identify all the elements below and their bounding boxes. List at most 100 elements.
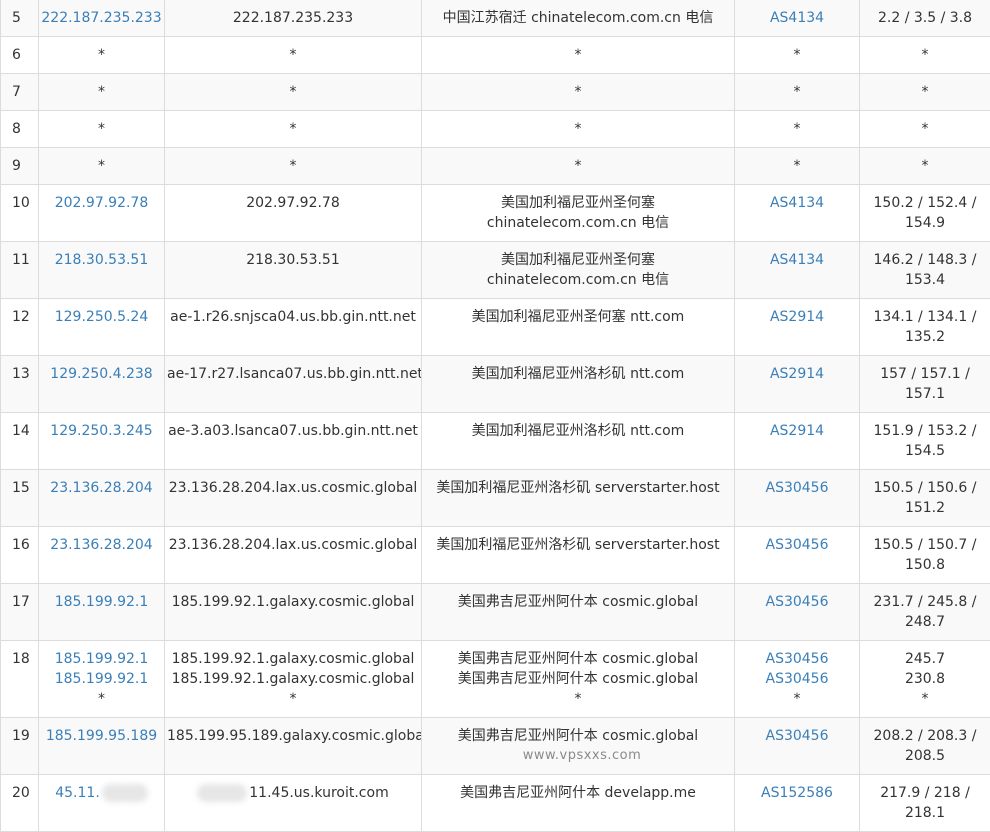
table-row: 1623.136.28.20423.136.28.204.lax.us.cosm… xyxy=(1,527,990,584)
hop-ip-cell: 129.250.5.24 xyxy=(39,299,165,356)
hop-ip-cell: 202.97.92.78 xyxy=(39,185,165,242)
hop-asn[interactable]: AS30456 xyxy=(737,649,857,669)
hop-ip[interactable]: 23.136.28.204 xyxy=(41,535,162,555)
hop-number: 18 xyxy=(1,641,39,718)
hop-asn-cell: AS2914 xyxy=(735,356,860,413)
hop-ip[interactable]: 218.30.53.51 xyxy=(41,250,162,270)
table-row: 14129.250.3.245ae-3.a03.lsanca07.us.bb.g… xyxy=(1,413,990,470)
table-row: 1523.136.28.20423.136.28.204.lax.us.cosm… xyxy=(1,470,990,527)
hop-number: 14 xyxy=(1,413,39,470)
hop-location-cell: 美国弗吉尼亚州阿什本 cosmic.global美国弗吉尼亚州阿什本 cosmi… xyxy=(422,641,735,718)
hop-ip[interactable]: 129.250.4.238 xyxy=(41,364,162,384)
hop-ip[interactable]: 45.11. xyxy=(41,783,162,803)
hop-asn[interactable]: AS2914 xyxy=(737,364,857,384)
hop-location: 美国加利福尼亚州洛杉矶 serverstarter.host xyxy=(424,478,732,498)
hop-ip[interactable]: 23.136.28.204 xyxy=(41,478,162,498)
hop-latency-cell: 157 / 157.1 /157.1 xyxy=(860,356,990,413)
hop-location: * xyxy=(424,45,732,65)
hop-location-cell: 美国加利福尼亚州洛杉矶 ntt.com xyxy=(422,413,735,470)
table-row: 11218.30.53.51218.30.53.51美国加利福尼亚州圣何塞chi… xyxy=(1,242,990,299)
table-row: 19185.199.95.189185.199.95.189.galaxy.co… xyxy=(1,718,990,775)
hop-latency-cell: * xyxy=(860,74,990,111)
hop-ip[interactable]: 222.187.235.233 xyxy=(41,8,162,28)
hop-hostname: 23.136.28.204.lax.us.cosmic.global xyxy=(167,478,419,498)
hop-number: 13 xyxy=(1,356,39,413)
hop-ip-cell: * xyxy=(39,74,165,111)
hop-asn[interactable]: AS30456 xyxy=(737,726,857,746)
hop-asn[interactable]: AS4134 xyxy=(737,193,857,213)
hop-asn-cell: * xyxy=(735,111,860,148)
hop-asn[interactable]: AS30456 xyxy=(737,478,857,498)
hop-asn[interactable]: AS30456 xyxy=(737,669,857,689)
hop-location: chinatelecom.com.cn 电信 xyxy=(424,270,732,290)
hop-location-cell: * xyxy=(422,37,735,74)
hop-asn-cell: AS30456 xyxy=(735,470,860,527)
hop-asn[interactable]: AS152586 xyxy=(737,783,857,803)
hop-location: 美国加利福尼亚州洛杉矶 ntt.com xyxy=(424,364,732,384)
hop-location: 美国加利福尼亚州圣何塞 xyxy=(424,250,732,270)
hop-asn[interactable]: AS4134 xyxy=(737,8,857,28)
table-row: 13129.250.4.238ae-17.r27.lsanca07.us.bb.… xyxy=(1,356,990,413)
hop-location: 美国加利福尼亚州圣何塞 ntt.com xyxy=(424,307,732,327)
hop-location-cell: 美国加利福尼亚州圣何塞chinatelecom.com.cn 电信 xyxy=(422,185,735,242)
hop-ip-cell: 23.136.28.204 xyxy=(39,527,165,584)
hop-latency-cell: 150.5 / 150.6 /151.2 xyxy=(860,470,990,527)
hop-hostname-cell: 185.199.92.1.galaxy.cosmic.global185.199… xyxy=(165,641,422,718)
hop-location-cell: 美国加利福尼亚州圣何塞 ntt.com xyxy=(422,299,735,356)
hop-number: 16 xyxy=(1,527,39,584)
hop-location: chinatelecom.com.cn 电信 xyxy=(424,213,732,233)
hop-ip[interactable]: 129.250.5.24 xyxy=(41,307,162,327)
hop-asn[interactable]: AS2914 xyxy=(737,307,857,327)
hop-ip-cell: 185.199.92.1185.199.92.1* xyxy=(39,641,165,718)
hop-asn-cell: AS4134 xyxy=(735,242,860,299)
hop-hostname: ae-3.a03.lsanca07.us.bb.gin.ntt.net xyxy=(167,421,419,441)
hop-number: 15 xyxy=(1,470,39,527)
hop-location: 美国加利福尼亚州洛杉矶 ntt.com xyxy=(424,421,732,441)
hop-hostname-cell: 11.45.us.kuroit.com xyxy=(165,775,422,832)
hop-hostname: 23.136.28.204.lax.us.cosmic.global xyxy=(167,535,419,555)
table-row: 5222.187.235.233222.187.235.233中国江苏宿迁 ch… xyxy=(1,0,990,37)
hop-latency: * xyxy=(862,82,988,102)
table-row: 9***** xyxy=(1,148,990,185)
hop-asn-cell: * xyxy=(735,148,860,185)
hop-asn[interactable]: AS30456 xyxy=(737,592,857,612)
hop-location-cell: 美国加利福尼亚州圣何塞chinatelecom.com.cn 电信 xyxy=(422,242,735,299)
hop-ip[interactable]: 202.97.92.78 xyxy=(41,193,162,213)
hop-ip[interactable]: 185.199.92.1 xyxy=(41,669,162,689)
hop-hostname: ae-1.r26.snjsca04.us.bb.gin.ntt.net xyxy=(167,307,419,327)
hop-ip[interactable]: 185.199.92.1 xyxy=(41,592,162,612)
hop-ip[interactable]: 185.199.95.189 xyxy=(41,726,162,746)
hop-asn[interactable]: AS2914 xyxy=(737,421,857,441)
hop-ip: * xyxy=(41,45,162,65)
hop-ip[interactable]: 185.199.92.1 xyxy=(41,649,162,669)
table-row: 7***** xyxy=(1,74,990,111)
table-row: 6***** xyxy=(1,37,990,74)
hop-asn: * xyxy=(737,82,857,102)
hop-asn[interactable]: AS4134 xyxy=(737,250,857,270)
hop-location: 美国弗吉尼亚州阿什本 cosmic.global xyxy=(424,592,732,612)
hop-asn[interactable]: AS30456 xyxy=(737,535,857,555)
hop-hostname: 218.30.53.51 xyxy=(167,250,419,270)
hop-location: * xyxy=(424,82,732,102)
hop-ip: * xyxy=(41,119,162,139)
hop-hostname: * xyxy=(167,156,419,176)
hop-location: * xyxy=(424,119,732,139)
hop-number: 7 xyxy=(1,74,39,111)
hop-hostname: 222.187.235.233 xyxy=(167,8,419,28)
hop-number: 9 xyxy=(1,148,39,185)
hop-latency: 218.1 xyxy=(862,803,988,823)
hop-hostname: * xyxy=(167,119,419,139)
hop-ip[interactable]: 129.250.3.245 xyxy=(41,421,162,441)
hop-latency: * xyxy=(862,119,988,139)
hop-latency: 230.8 xyxy=(862,669,988,689)
hop-latency: * xyxy=(862,45,988,65)
hop-hostname-cell: * xyxy=(165,37,422,74)
hop-latency: 154.5 xyxy=(862,441,988,461)
hop-location: 美国加利福尼亚州洛杉矶 serverstarter.host xyxy=(424,535,732,555)
hop-number: 6 xyxy=(1,37,39,74)
hop-hostname-cell: 23.136.28.204.lax.us.cosmic.global xyxy=(165,470,422,527)
hop-location-cell: * xyxy=(422,74,735,111)
traceroute-table-body: 5222.187.235.233222.187.235.233中国江苏宿迁 ch… xyxy=(1,0,990,832)
hop-latency: 146.2 / 148.3 / xyxy=(862,250,988,270)
hop-hostname-cell: ae-3.a03.lsanca07.us.bb.gin.ntt.net xyxy=(165,413,422,470)
